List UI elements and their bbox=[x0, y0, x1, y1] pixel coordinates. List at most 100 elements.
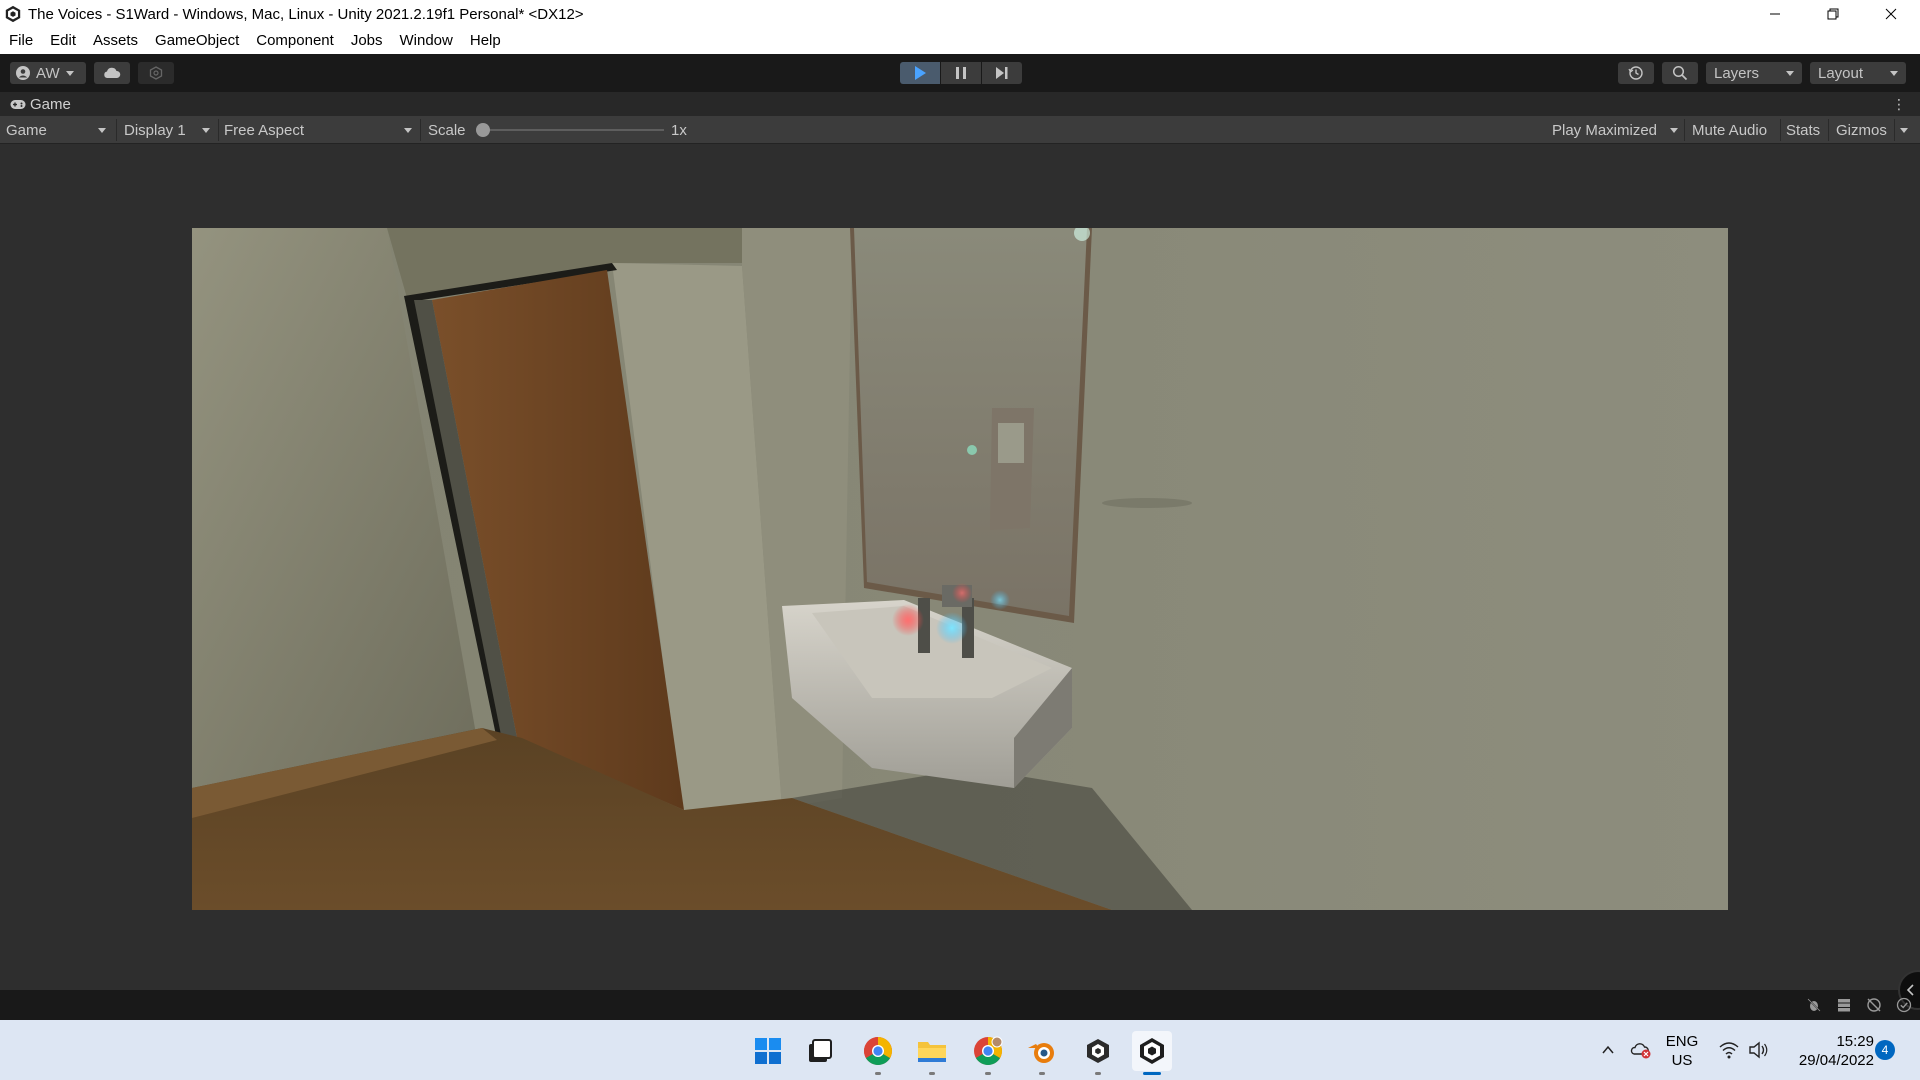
display-dropdown[interactable]: Display 1 bbox=[124, 116, 214, 144]
language-primary: ENG bbox=[1665, 1033, 1699, 1050]
title-bar: The Voices - S1Ward - Windows, Mac, Linu… bbox=[0, 0, 1920, 28]
cloud-icon bbox=[104, 67, 121, 78]
menu-edit[interactable]: Edit bbox=[41, 28, 84, 54]
pause-button[interactable] bbox=[941, 62, 981, 84]
gizmos-dropdown[interactable] bbox=[1900, 116, 1908, 144]
play-button[interactable] bbox=[900, 62, 940, 84]
taskbar-unity-editor[interactable] bbox=[1132, 1031, 1172, 1075]
main-toolbar: AW Layers Layout bbox=[0, 54, 1920, 92]
wifi-icon[interactable] bbox=[1719, 1041, 1739, 1059]
collab-icon bbox=[149, 66, 163, 80]
windows-taskbar: ENG US 15:29 29/04/2022 bbox=[0, 1020, 1920, 1080]
clock[interactable]: 15:29 29/04/2022 bbox=[1782, 1032, 1874, 1070]
scale-label: Scale bbox=[428, 121, 466, 139]
notification-badge[interactable]: 4 bbox=[1875, 1040, 1895, 1060]
chevron-down-icon bbox=[65, 70, 74, 76]
search-button[interactable] bbox=[1662, 62, 1698, 84]
menu-component[interactable]: Component bbox=[247, 28, 342, 54]
view-type-label: Game bbox=[6, 121, 47, 139]
menu-file[interactable]: File bbox=[0, 28, 41, 54]
clock-date: 29/04/2022 bbox=[1798, 1052, 1874, 1069]
menu-window[interactable]: Window bbox=[391, 28, 461, 54]
unity-logo-icon bbox=[5, 5, 21, 23]
chevron-left-icon bbox=[1906, 984, 1914, 996]
game-view-panel bbox=[0, 144, 1920, 990]
account-dropdown[interactable]: AW bbox=[10, 62, 86, 84]
restore-button[interactable] bbox=[1804, 0, 1862, 28]
gamepad-icon bbox=[10, 99, 26, 109]
chevron-down-icon bbox=[202, 127, 210, 133]
close-icon bbox=[1885, 8, 1897, 20]
layout-dropdown[interactable]: Layout bbox=[1810, 62, 1906, 84]
status-bar bbox=[0, 970, 1920, 1020]
menu-jobs[interactable]: Jobs bbox=[342, 28, 391, 54]
account-label: AW bbox=[36, 64, 60, 82]
chevron-down-icon bbox=[404, 127, 412, 133]
layers-label: Layers bbox=[1714, 64, 1760, 82]
taskbar-unity-hub[interactable] bbox=[1078, 1031, 1118, 1075]
onedrive-error-icon[interactable] bbox=[1630, 1040, 1652, 1060]
undo-history-button[interactable] bbox=[1618, 62, 1654, 84]
aspect-dropdown[interactable]: Free Aspect bbox=[224, 116, 416, 144]
running-indicator bbox=[985, 1072, 991, 1075]
collab-button[interactable] bbox=[138, 62, 174, 84]
cloud-button[interactable] bbox=[94, 62, 130, 84]
volume-icon[interactable] bbox=[1748, 1041, 1768, 1059]
gizmos-toggle[interactable]: Gizmos bbox=[1836, 116, 1887, 144]
menu-help[interactable]: Help bbox=[461, 28, 509, 54]
step-button[interactable] bbox=[982, 62, 1022, 84]
chevron-down-icon bbox=[1890, 70, 1898, 76]
window-title: The Voices - S1Ward - Windows, Mac, Linu… bbox=[28, 5, 584, 23]
layout-label: Layout bbox=[1818, 64, 1864, 82]
chevron-down-icon bbox=[1786, 70, 1794, 76]
language-indicator[interactable]: ENG US bbox=[1664, 1032, 1700, 1070]
play-maximized-dropdown[interactable]: Play Maximized bbox=[1552, 116, 1680, 144]
minimize-button[interactable] bbox=[1746, 0, 1804, 28]
running-indicator bbox=[875, 1072, 881, 1075]
view-type-dropdown[interactable]: Game bbox=[6, 116, 110, 144]
minimize-icon bbox=[1770, 13, 1780, 15]
task-view-button[interactable] bbox=[800, 1031, 840, 1071]
unity-hub-icon bbox=[1087, 1039, 1109, 1063]
cache-server-icon[interactable] bbox=[1836, 997, 1852, 1013]
clock-time: 15:29 bbox=[1836, 1033, 1874, 1050]
history-icon bbox=[1628, 66, 1643, 80]
taskbar-blender[interactable] bbox=[1022, 1031, 1062, 1075]
taskbar-file-explorer[interactable] bbox=[912, 1031, 952, 1075]
task-view-icon bbox=[809, 1039, 832, 1062]
tab-game-label: Game bbox=[30, 95, 71, 113]
start-button[interactable] bbox=[748, 1031, 788, 1071]
debug-icon[interactable] bbox=[1806, 997, 1822, 1013]
menu-gameobject[interactable]: GameObject bbox=[146, 28, 247, 54]
auto-generate-lighting-icon[interactable] bbox=[1866, 997, 1882, 1013]
game-viewport[interactable] bbox=[192, 228, 1728, 910]
progress-check-icon[interactable] bbox=[1896, 997, 1912, 1013]
menu-assets[interactable]: Assets bbox=[84, 28, 146, 54]
menu-bar: File Edit Assets GameObject Component Jo… bbox=[0, 28, 1920, 54]
mute-audio-toggle[interactable]: Mute Audio bbox=[1692, 116, 1767, 144]
tab-game[interactable]: Game bbox=[0, 92, 71, 116]
taskbar-chrome[interactable] bbox=[858, 1031, 898, 1075]
running-indicator bbox=[1039, 1072, 1045, 1075]
scale-slider-handle[interactable] bbox=[476, 123, 490, 137]
display-label: Display 1 bbox=[124, 121, 186, 139]
game-view-toolbar: Game Display 1 Free Aspect Scale 1x Play… bbox=[0, 116, 1920, 144]
layers-dropdown[interactable]: Layers bbox=[1706, 62, 1802, 84]
running-indicator bbox=[929, 1072, 935, 1075]
unity-editor-icon bbox=[1140, 1038, 1164, 1064]
pause-icon bbox=[956, 67, 966, 79]
account-icon bbox=[16, 66, 30, 80]
chevron-down-icon bbox=[1670, 127, 1678, 133]
chevron-up-icon[interactable] bbox=[1601, 1043, 1615, 1057]
stats-toggle[interactable]: Stats bbox=[1786, 116, 1820, 144]
scale-slider-track[interactable] bbox=[482, 129, 664, 131]
tab-options-icon[interactable]: ⋮ bbox=[1892, 96, 1906, 112]
game-scene-render bbox=[192, 228, 1728, 910]
play-maximized-label: Play Maximized bbox=[1552, 121, 1658, 139]
taskbar-chrome-profile[interactable] bbox=[968, 1031, 1008, 1075]
windows-start-icon bbox=[755, 1038, 781, 1064]
blender-icon bbox=[1028, 1043, 1054, 1063]
close-button[interactable] bbox=[1862, 0, 1920, 28]
restore-icon bbox=[1827, 8, 1839, 20]
file-explorer-icon bbox=[918, 1042, 946, 1062]
